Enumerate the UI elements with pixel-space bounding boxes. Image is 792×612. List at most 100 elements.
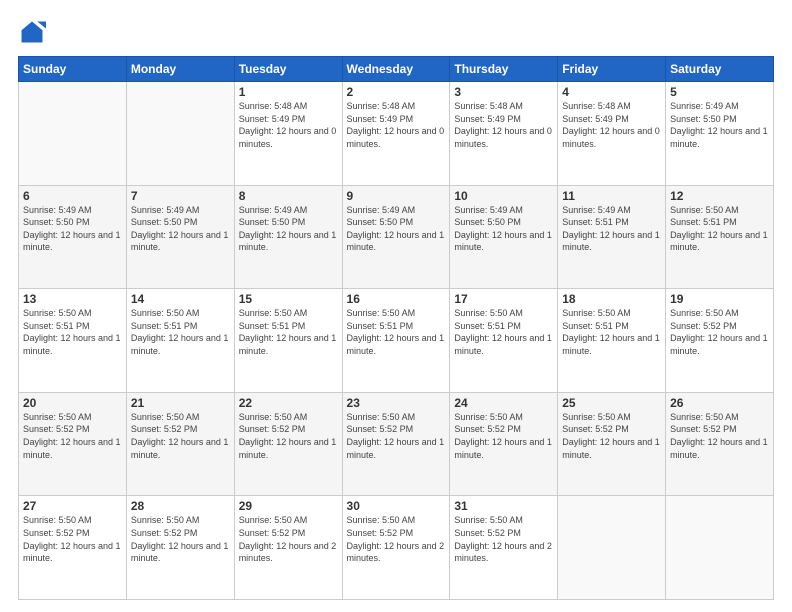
day-number: 5 [670, 85, 769, 99]
day-info: Sunrise: 5:50 AM Sunset: 5:51 PM Dayligh… [347, 307, 446, 357]
day-number: 23 [347, 396, 446, 410]
day-number: 25 [562, 396, 661, 410]
calendar-cell: 2Sunrise: 5:48 AM Sunset: 5:49 PM Daylig… [342, 82, 450, 186]
day-number: 8 [239, 189, 338, 203]
day-number: 20 [23, 396, 122, 410]
day-number: 10 [454, 189, 553, 203]
calendar-cell [558, 496, 666, 600]
calendar-cell: 21Sunrise: 5:50 AM Sunset: 5:52 PM Dayli… [126, 392, 234, 496]
logo-icon [18, 18, 46, 46]
calendar-cell: 12Sunrise: 5:50 AM Sunset: 5:51 PM Dayli… [666, 185, 774, 289]
day-info: Sunrise: 5:48 AM Sunset: 5:49 PM Dayligh… [562, 100, 661, 150]
day-info: Sunrise: 5:50 AM Sunset: 5:51 PM Dayligh… [23, 307, 122, 357]
day-info: Sunrise: 5:49 AM Sunset: 5:50 PM Dayligh… [454, 204, 553, 254]
day-info: Sunrise: 5:50 AM Sunset: 5:52 PM Dayligh… [454, 514, 553, 564]
day-number: 31 [454, 499, 553, 513]
calendar-cell [666, 496, 774, 600]
day-info: Sunrise: 5:50 AM Sunset: 5:52 PM Dayligh… [670, 411, 769, 461]
calendar-cell: 24Sunrise: 5:50 AM Sunset: 5:52 PM Dayli… [450, 392, 558, 496]
calendar-cell: 11Sunrise: 5:49 AM Sunset: 5:51 PM Dayli… [558, 185, 666, 289]
calendar-cell: 8Sunrise: 5:49 AM Sunset: 5:50 PM Daylig… [234, 185, 342, 289]
calendar-cell: 10Sunrise: 5:49 AM Sunset: 5:50 PM Dayli… [450, 185, 558, 289]
day-number: 19 [670, 292, 769, 306]
day-number: 15 [239, 292, 338, 306]
day-number: 30 [347, 499, 446, 513]
day-number: 9 [347, 189, 446, 203]
calendar-table: SundayMondayTuesdayWednesdayThursdayFrid… [18, 56, 774, 600]
day-number: 14 [131, 292, 230, 306]
day-info: Sunrise: 5:50 AM Sunset: 5:51 PM Dayligh… [454, 307, 553, 357]
calendar-cell: 27Sunrise: 5:50 AM Sunset: 5:52 PM Dayli… [19, 496, 127, 600]
day-number: 21 [131, 396, 230, 410]
day-info: Sunrise: 5:50 AM Sunset: 5:51 PM Dayligh… [670, 204, 769, 254]
calendar-cell: 13Sunrise: 5:50 AM Sunset: 5:51 PM Dayli… [19, 289, 127, 393]
calendar-cell: 6Sunrise: 5:49 AM Sunset: 5:50 PM Daylig… [19, 185, 127, 289]
day-number: 24 [454, 396, 553, 410]
calendar-cell: 7Sunrise: 5:49 AM Sunset: 5:50 PM Daylig… [126, 185, 234, 289]
day-info: Sunrise: 5:49 AM Sunset: 5:50 PM Dayligh… [670, 100, 769, 150]
day-number: 6 [23, 189, 122, 203]
day-number: 18 [562, 292, 661, 306]
calendar-cell [126, 82, 234, 186]
day-info: Sunrise: 5:50 AM Sunset: 5:52 PM Dayligh… [239, 411, 338, 461]
calendar-cell: 31Sunrise: 5:50 AM Sunset: 5:52 PM Dayli… [450, 496, 558, 600]
day-number: 17 [454, 292, 553, 306]
day-info: Sunrise: 5:50 AM Sunset: 5:52 PM Dayligh… [347, 514, 446, 564]
calendar-cell: 20Sunrise: 5:50 AM Sunset: 5:52 PM Dayli… [19, 392, 127, 496]
day-number: 7 [131, 189, 230, 203]
calendar-cell: 28Sunrise: 5:50 AM Sunset: 5:52 PM Dayli… [126, 496, 234, 600]
day-info: Sunrise: 5:49 AM Sunset: 5:50 PM Dayligh… [347, 204, 446, 254]
weekday-header-monday: Monday [126, 57, 234, 82]
day-number: 13 [23, 292, 122, 306]
day-info: Sunrise: 5:50 AM Sunset: 5:52 PM Dayligh… [131, 514, 230, 564]
day-info: Sunrise: 5:49 AM Sunset: 5:50 PM Dayligh… [23, 204, 122, 254]
weekday-header-tuesday: Tuesday [234, 57, 342, 82]
day-info: Sunrise: 5:50 AM Sunset: 5:51 PM Dayligh… [239, 307, 338, 357]
day-info: Sunrise: 5:49 AM Sunset: 5:50 PM Dayligh… [239, 204, 338, 254]
weekday-header-sunday: Sunday [19, 57, 127, 82]
day-number: 16 [347, 292, 446, 306]
day-number: 4 [562, 85, 661, 99]
day-info: Sunrise: 5:48 AM Sunset: 5:49 PM Dayligh… [239, 100, 338, 150]
calendar-cell: 3Sunrise: 5:48 AM Sunset: 5:49 PM Daylig… [450, 82, 558, 186]
day-info: Sunrise: 5:50 AM Sunset: 5:51 PM Dayligh… [562, 307, 661, 357]
day-info: Sunrise: 5:50 AM Sunset: 5:52 PM Dayligh… [23, 411, 122, 461]
calendar-week-row-3: 13Sunrise: 5:50 AM Sunset: 5:51 PM Dayli… [19, 289, 774, 393]
weekday-header-saturday: Saturday [666, 57, 774, 82]
weekday-header-friday: Friday [558, 57, 666, 82]
day-info: Sunrise: 5:48 AM Sunset: 5:49 PM Dayligh… [454, 100, 553, 150]
day-number: 29 [239, 499, 338, 513]
calendar-cell: 23Sunrise: 5:50 AM Sunset: 5:52 PM Dayli… [342, 392, 450, 496]
day-info: Sunrise: 5:50 AM Sunset: 5:51 PM Dayligh… [131, 307, 230, 357]
calendar-cell: 9Sunrise: 5:49 AM Sunset: 5:50 PM Daylig… [342, 185, 450, 289]
day-info: Sunrise: 5:50 AM Sunset: 5:52 PM Dayligh… [239, 514, 338, 564]
calendar-week-row-1: 1Sunrise: 5:48 AM Sunset: 5:49 PM Daylig… [19, 82, 774, 186]
day-number: 1 [239, 85, 338, 99]
header [18, 18, 774, 46]
calendar-cell: 26Sunrise: 5:50 AM Sunset: 5:52 PM Dayli… [666, 392, 774, 496]
weekday-header-row: SundayMondayTuesdayWednesdayThursdayFrid… [19, 57, 774, 82]
day-number: 2 [347, 85, 446, 99]
logo [18, 18, 50, 46]
weekday-header-wednesday: Wednesday [342, 57, 450, 82]
calendar-cell: 17Sunrise: 5:50 AM Sunset: 5:51 PM Dayli… [450, 289, 558, 393]
calendar-cell: 4Sunrise: 5:48 AM Sunset: 5:49 PM Daylig… [558, 82, 666, 186]
day-number: 26 [670, 396, 769, 410]
calendar-cell: 18Sunrise: 5:50 AM Sunset: 5:51 PM Dayli… [558, 289, 666, 393]
calendar-cell [19, 82, 127, 186]
page: SundayMondayTuesdayWednesdayThursdayFrid… [0, 0, 792, 612]
calendar-cell: 22Sunrise: 5:50 AM Sunset: 5:52 PM Dayli… [234, 392, 342, 496]
day-info: Sunrise: 5:50 AM Sunset: 5:52 PM Dayligh… [23, 514, 122, 564]
calendar-cell: 30Sunrise: 5:50 AM Sunset: 5:52 PM Dayli… [342, 496, 450, 600]
day-info: Sunrise: 5:50 AM Sunset: 5:52 PM Dayligh… [131, 411, 230, 461]
weekday-header-thursday: Thursday [450, 57, 558, 82]
calendar-week-row-2: 6Sunrise: 5:49 AM Sunset: 5:50 PM Daylig… [19, 185, 774, 289]
day-number: 27 [23, 499, 122, 513]
calendar-cell: 29Sunrise: 5:50 AM Sunset: 5:52 PM Dayli… [234, 496, 342, 600]
day-number: 28 [131, 499, 230, 513]
day-number: 12 [670, 189, 769, 203]
calendar-week-row-4: 20Sunrise: 5:50 AM Sunset: 5:52 PM Dayli… [19, 392, 774, 496]
day-info: Sunrise: 5:50 AM Sunset: 5:52 PM Dayligh… [562, 411, 661, 461]
calendar-cell: 15Sunrise: 5:50 AM Sunset: 5:51 PM Dayli… [234, 289, 342, 393]
day-info: Sunrise: 5:50 AM Sunset: 5:52 PM Dayligh… [670, 307, 769, 357]
